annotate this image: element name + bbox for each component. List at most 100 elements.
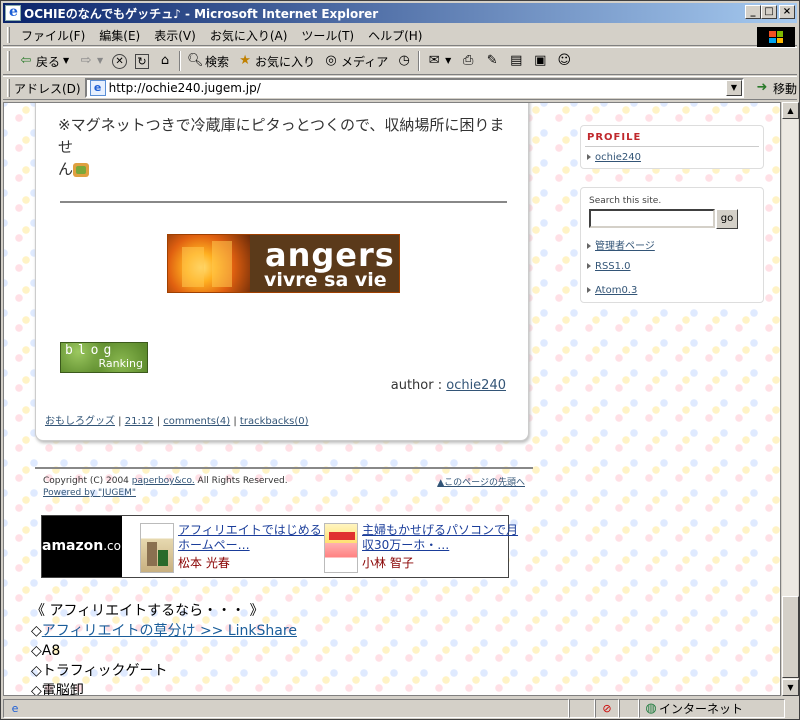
vertical-scrollbar[interactable]: ▲ ▼ [781, 102, 799, 696]
page-status-icon: e [11, 701, 19, 715]
affiliate-bullet: ◇ [31, 683, 42, 696]
candle-image [168, 235, 250, 292]
title-bar: OCHIEのなんでもゲッチュ♪ - Microsoft Internet Exp… [3, 3, 797, 23]
atom-link[interactable]: Atom0.3 [595, 285, 637, 296]
address-dropdown-icon[interactable]: ▼ [725, 80, 742, 96]
menu-tools[interactable]: ツール(T) [294, 27, 361, 44]
address-label: アドレス(D) [14, 81, 81, 96]
address-bar: アドレス(D) e http://ochie240.jugem.jp/ ▼ ➜ … [3, 76, 797, 100]
amazon-item[interactable]: アフィリエイトではじめる！ホームペー… 松本 光春 [140, 523, 334, 573]
page-footer: Copyright (C) 2004 paperboy&co. All Righ… [35, 467, 533, 503]
blog-entry: ※マグネットつきで冷蔵庫にピタっとつくので、収納場所に困りませ ん angers… [35, 103, 529, 441]
amazon-logo-suffix: .co.jp [103, 539, 136, 553]
minimize-button[interactable]: _ [745, 5, 761, 19]
blog-ranking-badge[interactable]: blog Ranking [60, 342, 148, 373]
trackbacks-link[interactable]: trackbacks(0) [240, 416, 309, 427]
refresh-button[interactable]: ↻ [131, 53, 153, 69]
angers-banner[interactable]: angers vivre sa vie [167, 234, 400, 293]
menu-edit[interactable]: 編集(E) [92, 27, 147, 44]
entry-divider [60, 201, 507, 203]
favorites-button[interactable]: ★ お気に入り [233, 53, 319, 70]
history-icon: ◷ [398, 53, 410, 68]
forward-dropdown-icon[interactable]: ▼ [96, 53, 104, 69]
affiliate-item: ◇トラフィックゲート [31, 661, 297, 681]
to-top-link[interactable]: ▲このページの先頭へ [437, 475, 525, 488]
stop-button[interactable]: ✕ [108, 53, 131, 69]
copyright-suffix: All Rights Reserved. [194, 476, 288, 486]
entry-text-line: ※マグネットつきで冷蔵庫にピタっとつくので、収納場所に困りませ [58, 116, 505, 156]
profile-divider [585, 146, 759, 147]
category-link[interactable]: おもしろグッズ [45, 416, 115, 427]
site-search-button[interactable]: go [716, 209, 738, 229]
sidebar-link-item: Atom0.3 [587, 285, 637, 296]
book-cover[interactable] [324, 523, 358, 573]
address-input[interactable]: e http://ochie240.jugem.jp/ ▼ [84, 78, 744, 98]
rss-link[interactable]: RSS1.0 [595, 261, 631, 272]
author-link[interactable]: ochie240 [446, 378, 506, 393]
comments-link[interactable]: comments(4) [163, 416, 230, 427]
history-button[interactable]: ◷ [392, 53, 416, 69]
media-label: メディア [341, 54, 389, 69]
linkshare-link[interactable]: アフィリエイトの草分け >> LinkShare [42, 623, 297, 639]
print-button[interactable]: ⎙ [456, 53, 480, 69]
entry-text: ※マグネットつきで冷蔵庫にピタっとつくので、収納場所に困りませ ん [58, 114, 518, 180]
mail-button[interactable]: ✉ ▼ [422, 53, 456, 69]
amazon-item-title[interactable]: アフィリエイトではじめる！ホームペー… [178, 523, 338, 553]
toolbar-separator-2 [418, 51, 421, 71]
home-button[interactable]: ⌂ [153, 53, 177, 69]
copyright-prefix: Copyright (C) 2004 [43, 476, 132, 486]
entry-meta: おもしろグッズ | 21:12 | comments(4) | trackbac… [45, 416, 309, 427]
affiliate-bullet: ◇ [31, 623, 42, 639]
search-button[interactable]: 🔍︎ 検索 [183, 53, 233, 70]
go-button[interactable]: ➜ 移動 [754, 80, 797, 97]
amazon-item[interactable]: 主婦もかせげるパソコンで月収30万ーホ・… 小林 智子 [324, 523, 518, 573]
back-button[interactable]: ⇦ 戻る ▼ [14, 53, 74, 70]
address-grip [7, 79, 10, 97]
page-icon: e [89, 80, 106, 96]
print-icon: ⎙ [463, 53, 474, 68]
close-button[interactable]: × [779, 5, 795, 19]
windows-flag-icon [769, 31, 783, 43]
forward-button[interactable]: ⇨ ▼ [74, 53, 108, 69]
mail-dropdown-icon[interactable]: ▼ [444, 53, 452, 69]
book-cover[interactable] [140, 523, 174, 573]
back-arrow-icon: ⇦ [20, 53, 32, 68]
scroll-thumb[interactable] [782, 596, 799, 678]
research-button[interactable]: ▣ [528, 53, 552, 69]
menu-help[interactable]: ヘルプ(H) [361, 27, 429, 44]
internet-globe-icon: ◍ [645, 700, 657, 716]
document-button[interactable]: ▤ [504, 53, 528, 69]
amazon-item-author: 松本 光春 [178, 556, 230, 570]
amazon-item-title[interactable]: 主婦もかせげるパソコンで月収30万ーホ・… [362, 523, 522, 553]
media-button[interactable]: ◎ メディア [319, 53, 392, 70]
entry-author: author : ochie240 [391, 378, 506, 393]
back-dropdown-icon[interactable]: ▼ [62, 53, 70, 69]
amazon-logo[interactable]: amazon.co.jp [42, 516, 136, 577]
time-link[interactable]: 21:12 [125, 416, 154, 427]
page-content[interactable]: ※マグネットつきで冷蔵庫にピタっとつくので、収納場所に困りませ ん angers… [3, 102, 781, 696]
go-label: 移動 [772, 81, 797, 96]
zone-label: インターネット [659, 702, 744, 716]
profile-box: PROFILE ochie240 [580, 125, 764, 169]
company-link[interactable]: paperboy&co. [132, 476, 195, 486]
site-search-input[interactable] [589, 209, 715, 228]
menu-file[interactable]: ファイル(F) [14, 27, 92, 44]
menu-favorites[interactable]: お気に入り(A) [203, 27, 295, 44]
maximize-button[interactable]: □ [761, 5, 777, 19]
admin-link[interactable]: 管理者ページ [595, 241, 655, 252]
go-arrow-icon: ➜ [756, 80, 768, 95]
status-main: e [3, 699, 569, 718]
author-label: author : [390, 378, 447, 393]
address-url[interactable]: http://ochie240.jugem.jp/ [109, 81, 261, 95]
bullet-icon [587, 263, 591, 269]
profile-link[interactable]: ochie240 [595, 152, 641, 163]
powered-by-link[interactable]: Powered by "JUGEM" [43, 488, 136, 498]
messenger-button[interactable]: ☺ [552, 53, 576, 69]
scroll-down-button[interactable]: ▼ [782, 679, 799, 696]
menu-view[interactable]: 表示(V) [147, 27, 203, 44]
affiliate-bullet: ◇ [31, 643, 42, 659]
edit-button[interactable]: ✎ [480, 53, 504, 69]
browser-window: OCHIEのなんでもゲッチュ♪ - Microsoft Internet Exp… [0, 0, 800, 720]
scroll-up-button[interactable]: ▲ [782, 102, 799, 119]
edit-icon: ✎ [486, 53, 498, 68]
